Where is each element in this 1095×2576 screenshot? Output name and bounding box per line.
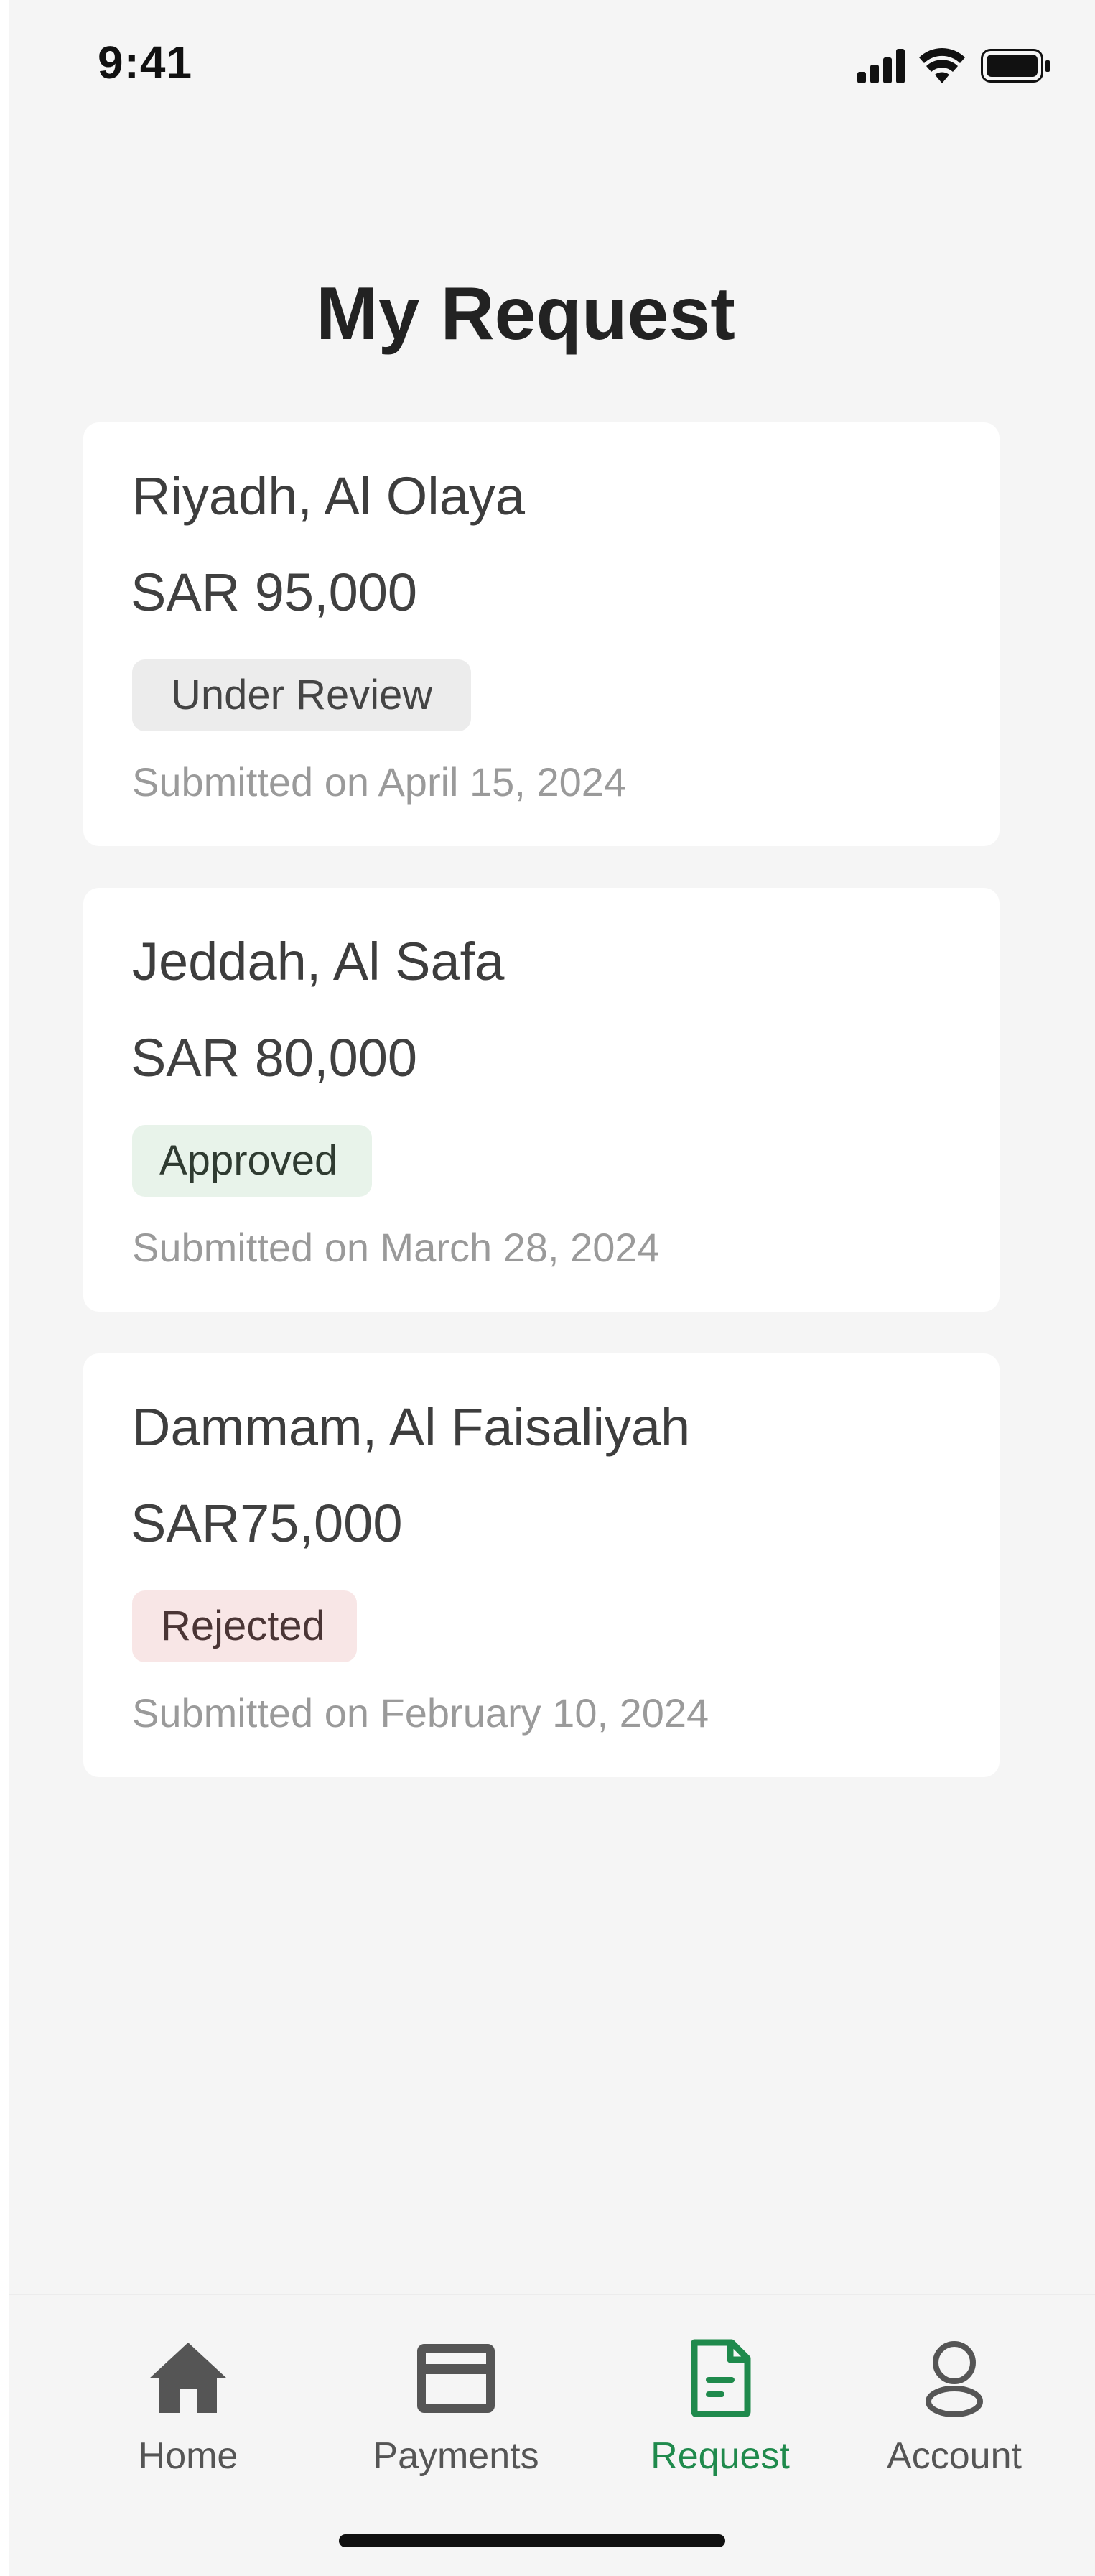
request-card[interactable]: Riyadh, Al Olaya SAR 95,000 Under Review… [83, 422, 1000, 846]
home-indicator [339, 2534, 725, 2547]
request-location: Jeddah, Al Safa [132, 932, 505, 991]
nav-item-payments[interactable]: Payments [348, 2338, 564, 2478]
app-screen: 9:41 My Request Riyadh, Al Olaya SAR 95,… [9, 0, 1095, 2576]
submitted-date: Submitted on March 28, 2024 [132, 1225, 660, 1270]
request-card[interactable]: Jeddah, Al Safa SAR 80,000 Approved Subm… [83, 888, 1000, 1312]
nav-item-account[interactable]: Account [847, 2338, 1062, 2478]
wifi-icon [919, 48, 965, 83]
request-amount: SAR 80,000 [131, 1028, 418, 1088]
document-icon [691, 2339, 751, 2417]
request-amount: SAR75,000 [131, 1493, 403, 1553]
user-icon [926, 2341, 983, 2417]
request-location: Riyadh, Al Olaya [132, 466, 526, 526]
page-title: My Request [316, 272, 735, 356]
status-badge: Rejected [132, 1590, 357, 1662]
nav-item-home[interactable]: Home [80, 2338, 296, 2478]
signal-icon [857, 49, 905, 83]
submitted-date: Submitted on February 10, 2024 [132, 1690, 709, 1736]
battery-icon [981, 49, 1050, 83]
request-amount: SAR 95,000 [131, 562, 418, 622]
request-list: Riyadh, Al Olaya SAR 95,000 Under Review… [83, 422, 1000, 1819]
status-badge: Under Review [132, 659, 472, 731]
nav-label-payments: Payments [373, 2435, 539, 2477]
status-badge: Approved [132, 1125, 373, 1197]
status-time: 9:41 [98, 37, 193, 88]
nav-item-request[interactable]: Request [612, 2338, 828, 2478]
nav-label-home: Home [138, 2435, 238, 2477]
nav-label-request: Request [651, 2435, 790, 2477]
request-location: Dammam, Al Faisaliyah [132, 1397, 691, 1457]
request-card[interactable]: Dammam, Al Faisaliyah SAR75,000 Rejected… [83, 1353, 1000, 1777]
home-icon [149, 2343, 227, 2413]
card-icon [417, 2344, 495, 2413]
nav-label-account: Account [887, 2435, 1022, 2477]
submitted-date: Submitted on April 15, 2024 [132, 759, 627, 805]
status-icons [857, 48, 1050, 83]
